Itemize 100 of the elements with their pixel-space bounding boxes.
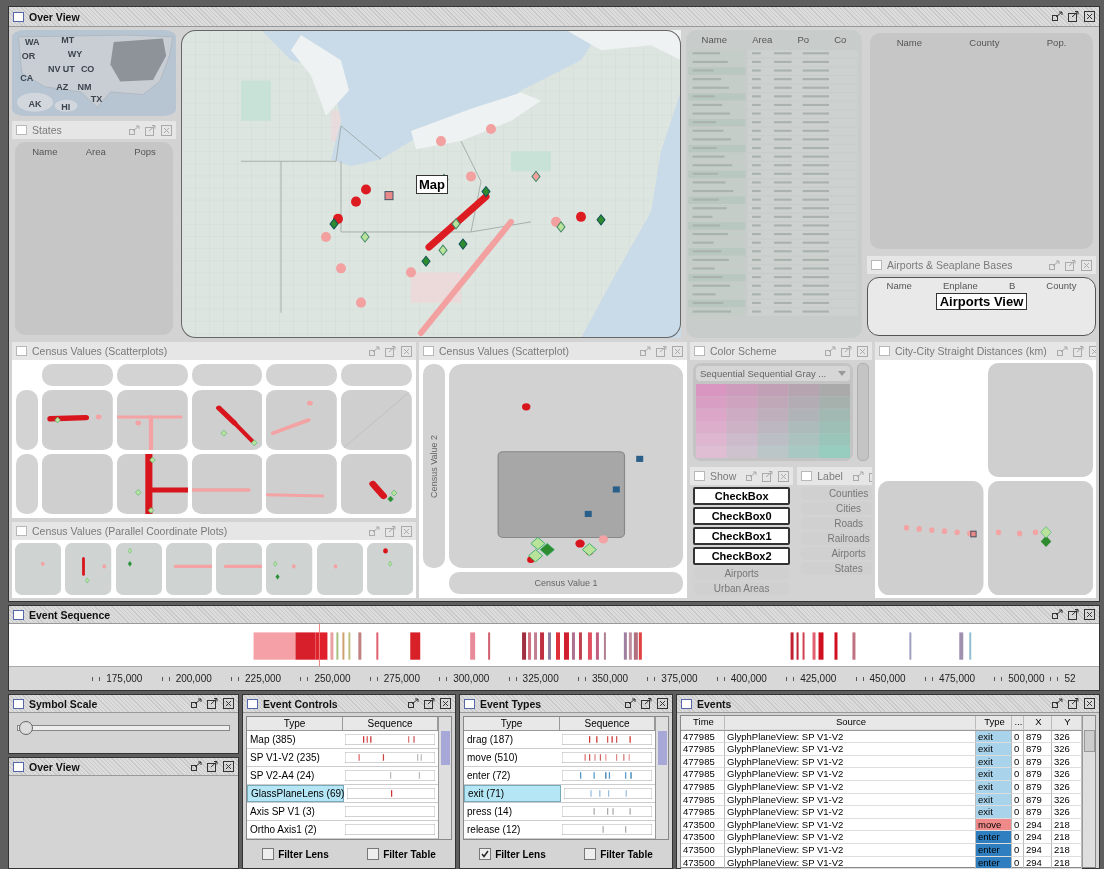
option-toggle[interactable]: CheckBox0 bbox=[693, 507, 791, 525]
plot-cell[interactable] bbox=[115, 543, 162, 595]
event-type-item[interactable]: move (510) bbox=[464, 749, 559, 767]
scrollbar[interactable] bbox=[1082, 716, 1095, 867]
event-type-item[interactable]: exit (71) bbox=[464, 785, 561, 803]
column-header[interactable]: Source bbox=[725, 716, 976, 730]
plot-cell[interactable] bbox=[191, 390, 263, 450]
column-header[interactable]: Enplane bbox=[942, 280, 978, 291]
plot-cell[interactable] bbox=[216, 543, 263, 595]
maximize-icon[interactable] bbox=[207, 698, 218, 709]
scrollbar[interactable] bbox=[655, 717, 668, 839]
column-header[interactable]: Time bbox=[681, 716, 725, 730]
option-toggle[interactable]: CheckBox2 bbox=[693, 547, 791, 565]
undock-icon[interactable] bbox=[1052, 609, 1063, 620]
close-icon[interactable] bbox=[440, 698, 451, 709]
plot-cell[interactable] bbox=[341, 454, 412, 514]
column-header[interactable]: Pops bbox=[134, 146, 156, 157]
plot-cell[interactable] bbox=[366, 543, 413, 595]
event-type-item[interactable]: SP V1-V2 (235) bbox=[247, 749, 342, 767]
plot-cell[interactable] bbox=[266, 543, 313, 595]
plot-cell[interactable] bbox=[191, 454, 263, 514]
event-type-item[interactable]: SP V2-A4 (24) bbox=[247, 767, 342, 785]
maximize-icon[interactable] bbox=[424, 698, 435, 709]
event-type-item[interactable]: Axis SP V1 (3) bbox=[247, 803, 342, 821]
axis-pill[interactable]: Census Value 2 bbox=[423, 364, 445, 568]
undock-icon[interactable] bbox=[191, 761, 202, 772]
checkbox-label[interactable]: Filter Table bbox=[600, 848, 653, 860]
close-icon[interactable] bbox=[223, 761, 234, 772]
plot-cell[interactable] bbox=[165, 543, 212, 595]
plot-cell[interactable] bbox=[15, 543, 62, 595]
close-icon[interactable] bbox=[1084, 609, 1095, 620]
column-header[interactable]: ... bbox=[1012, 716, 1024, 730]
plot-cell[interactable] bbox=[987, 363, 1093, 477]
checkbox-label[interactable]: Filter Lens bbox=[495, 848, 546, 860]
slider-thumb[interactable] bbox=[19, 721, 34, 735]
undock-icon[interactable] bbox=[408, 698, 419, 709]
column-header[interactable]: X bbox=[1024, 716, 1052, 730]
axis-pill[interactable]: Census Value 1 bbox=[449, 572, 683, 594]
event-type-item[interactable]: release (12) bbox=[464, 821, 559, 838]
plot-cell[interactable] bbox=[42, 390, 113, 450]
event-type-item[interactable]: press (14) bbox=[464, 803, 559, 821]
plot-cell[interactable] bbox=[341, 390, 412, 450]
plot-cell[interactable] bbox=[116, 390, 188, 450]
checkbox-label[interactable]: Filter Table bbox=[383, 848, 436, 860]
plot-cell[interactable] bbox=[116, 454, 188, 514]
axis-pill[interactable] bbox=[341, 364, 412, 386]
checkbox[interactable] bbox=[479, 848, 492, 860]
undock-icon[interactable] bbox=[1052, 698, 1063, 709]
column-header[interactable]: Type bbox=[247, 717, 343, 731]
close-icon[interactable] bbox=[657, 698, 668, 709]
scheme-dropdown[interactable]: Sequential Sequential Gray ... bbox=[696, 366, 850, 381]
event-type-item[interactable]: drag (187) bbox=[464, 731, 559, 749]
column-header[interactable]: Name bbox=[701, 34, 727, 45]
plot-cell[interactable] bbox=[65, 543, 112, 595]
undock-icon[interactable] bbox=[1052, 11, 1063, 22]
maximize-icon[interactable] bbox=[641, 698, 652, 709]
maximize-icon[interactable] bbox=[1068, 11, 1079, 22]
plot-cell[interactable] bbox=[878, 481, 984, 595]
maximize-icon[interactable] bbox=[207, 761, 218, 772]
column-header[interactable]: Name bbox=[896, 37, 922, 48]
close-icon[interactable] bbox=[1084, 698, 1095, 709]
plot-cell[interactable] bbox=[987, 481, 1093, 595]
column-header[interactable]: County bbox=[969, 37, 1000, 48]
column-header[interactable]: Co bbox=[834, 34, 847, 45]
column-header[interactable]: Type bbox=[464, 717, 560, 731]
event-type-item[interactable]: GlassPlaneLens (69) bbox=[247, 785, 344, 803]
close-icon[interactable] bbox=[1084, 11, 1095, 22]
color-grid-drawing[interactable] bbox=[696, 384, 850, 458]
column-header[interactable]: Name bbox=[886, 280, 912, 291]
column-header[interactable]: Po bbox=[797, 34, 809, 45]
column-header[interactable]: Area bbox=[752, 34, 773, 45]
close-icon[interactable] bbox=[223, 698, 234, 709]
column-header[interactable]: Type bbox=[976, 716, 1012, 730]
map-drawing[interactable] bbox=[181, 30, 681, 338]
plot-cell[interactable] bbox=[316, 543, 363, 595]
scrollbar[interactable] bbox=[438, 717, 451, 839]
option-toggle[interactable]: CheckBox1 bbox=[693, 527, 791, 545]
event-type-item[interactable]: enter (72) bbox=[464, 767, 559, 785]
undock-icon[interactable] bbox=[625, 698, 636, 709]
scrollbar[interactable] bbox=[857, 363, 869, 461]
maximize-icon[interactable] bbox=[1068, 698, 1079, 709]
checkbox[interactable] bbox=[262, 848, 275, 860]
maximize-icon[interactable] bbox=[1068, 609, 1079, 620]
plot-cell[interactable] bbox=[266, 454, 338, 514]
plot-cell[interactable] bbox=[42, 454, 113, 514]
undock-icon[interactable] bbox=[191, 698, 202, 709]
column-header[interactable]: B bbox=[1008, 280, 1016, 291]
column-header[interactable]: Name bbox=[32, 146, 58, 157]
scatterplot-drawing[interactable] bbox=[449, 364, 683, 568]
column-header[interactable]: Pop. bbox=[1046, 37, 1067, 48]
event-type-item[interactable]: Map (385) bbox=[247, 731, 342, 749]
us-map-drawing[interactable] bbox=[12, 30, 176, 116]
checkbox-label[interactable]: Filter Lens bbox=[278, 848, 329, 860]
plot-cell[interactable] bbox=[266, 390, 338, 450]
event-type-item[interactable]: Ortho Axis1 (2) bbox=[247, 821, 342, 838]
checkbox[interactable] bbox=[584, 848, 597, 860]
checkbox[interactable] bbox=[367, 848, 380, 860]
column-header[interactable]: County bbox=[1046, 280, 1077, 291]
column-header[interactable]: Area bbox=[85, 146, 106, 157]
option-toggle[interactable]: CheckBox bbox=[693, 487, 791, 505]
